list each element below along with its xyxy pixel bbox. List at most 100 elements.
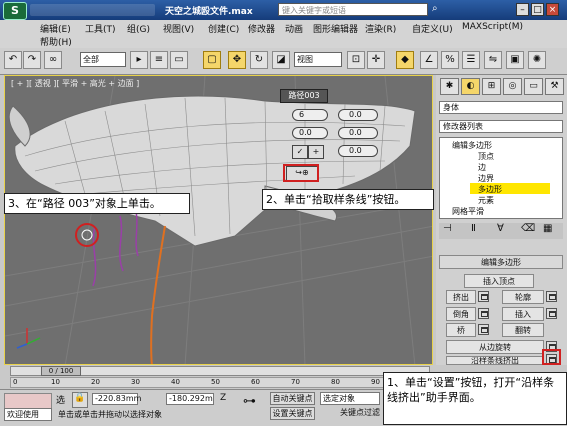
reference-coordinate-select[interactable]: 视图 [294, 52, 342, 67]
select-manipulate-icon[interactable]: ✛ [367, 51, 385, 69]
viewport-label[interactable]: [ + ][ 透视 ][ 平滑 + 高光 + 边面 ] [11, 78, 139, 89]
show-end-result-icon[interactable]: Ⅱ [471, 223, 476, 234]
extrude-settings-icon[interactable] [478, 291, 489, 302]
menu-tools[interactable]: 工具(T) [85, 22, 116, 35]
window-crossing-icon[interactable]: ▢ [203, 51, 221, 69]
caddy-apply-icon[interactable]: + [308, 145, 324, 159]
make-unique-icon[interactable]: ∀ [497, 223, 504, 234]
display-tab-icon[interactable]: ▭ [524, 78, 543, 95]
x-coordinate-field[interactable]: -220.83mm [92, 393, 141, 405]
close-button[interactable]: × [546, 3, 559, 16]
inset-settings-icon[interactable] [546, 308, 557, 319]
modify-tab-icon[interactable]: ◐ [461, 78, 480, 95]
render-icon[interactable]: ✺ [528, 51, 546, 69]
select-object-icon[interactable]: ▸ [130, 51, 148, 69]
redo-icon[interactable]: ↷ [23, 51, 41, 69]
key-filters-button[interactable]: 关键点过滤 [340, 407, 380, 418]
percent-snap-icon[interactable]: % [441, 51, 459, 69]
menu-rendering[interactable]: 渲染(R) [365, 22, 396, 35]
hierarchy-tab-icon[interactable]: ⊞ [482, 78, 501, 95]
render-setup-icon[interactable]: ▣ [506, 51, 524, 69]
select-by-name-icon[interactable]: ≡ [150, 51, 168, 69]
time-slider[interactable]: 0 / 100 [10, 366, 430, 376]
modifier-stack[interactable]: 编辑多边形 顶点 边 边界 多边形 元素 网格平滑 [439, 137, 563, 219]
pin-stack-icon[interactable]: ⊣ [443, 223, 452, 234]
modifier-list-select[interactable]: 修改器列表 [439, 120, 563, 133]
tick-label: 50 [211, 378, 220, 386]
stack-item-vertex[interactable]: 顶点 [478, 151, 494, 162]
caddy-extrusion-twist-spinner[interactable]: 0.0 [338, 145, 378, 157]
lock-selection-icon[interactable]: 🔒 [72, 392, 88, 408]
menu-graph-editors[interactable]: 图形编辑器 [313, 22, 358, 35]
stack-item-element[interactable]: 元素 [478, 195, 494, 206]
search-input[interactable]: 键入关键字或短语 [278, 3, 428, 16]
stack-item-meshsmooth[interactable]: 网格平滑 [452, 206, 484, 217]
search-icon[interactable]: ⌕ [432, 3, 444, 16]
key-mode-select[interactable]: 选定对象 [320, 392, 380, 405]
menu-modifiers[interactable]: 修改器 [248, 22, 275, 35]
rotate-icon[interactable]: ↻ [250, 51, 268, 69]
menu-views[interactable]: 视图(V) [163, 22, 194, 35]
caddy-twist-spinner[interactable]: 0.0 [338, 127, 378, 139]
menu-group[interactable]: 组(G) [127, 22, 150, 35]
perspective-viewport[interactable]: [ + ][ 透视 ][ 平滑 + 高光 + 边面 ] 路径003 6 0.0 … [4, 75, 433, 365]
motion-tab-icon[interactable]: ◎ [503, 78, 522, 95]
selection-count-label: 选 [56, 396, 66, 406]
insert-vertex-button[interactable]: 插入顶点 [464, 274, 534, 288]
quick-access-toolbar[interactable] [30, 4, 155, 16]
create-tab-icon[interactable]: ✱ [440, 78, 459, 95]
menu-maxscript[interactable]: MAXScript(M) [462, 22, 523, 32]
y-coordinate-field[interactable]: -180.292m [166, 393, 214, 405]
stack-item-polygon[interactable]: 多边形 [478, 184, 502, 195]
utilities-tab-icon[interactable]: ⚒ [545, 78, 564, 95]
selection-filter-select[interactable]: 全部 [80, 52, 126, 67]
bevel-button[interactable]: 倒角 [446, 307, 476, 321]
object-name-field[interactable]: 身体 [439, 101, 563, 114]
remove-modifier-icon[interactable]: ⌫ [521, 223, 535, 234]
auto-key-button[interactable]: 自动关键点 [270, 392, 315, 405]
caddy-taper-amount-spinner[interactable]: 0.0 [338, 109, 378, 121]
named-selection-icon[interactable]: ☰ [462, 51, 480, 69]
mirror-icon[interactable]: ⇋ [484, 51, 502, 69]
move-icon[interactable]: ✥ [228, 51, 246, 69]
caddy-segments-spinner[interactable]: 6 [292, 109, 328, 121]
pivot-center-icon[interactable]: ⊡ [347, 51, 365, 69]
menu-animation[interactable]: 动画 [285, 22, 303, 35]
link-icon[interactable]: ∞ [44, 51, 62, 69]
undo-icon[interactable]: ↶ [4, 51, 22, 69]
configure-sets-icon[interactable]: ▦ [543, 223, 552, 234]
click-target-marker [75, 223, 99, 247]
menu-help[interactable]: 帮助(H) [40, 35, 72, 48]
angle-snap-icon[interactable]: ∠ [420, 51, 438, 69]
maxscript-listener-mini[interactable] [4, 393, 52, 409]
app-logo-icon[interactable]: S [3, 2, 27, 20]
minimize-button[interactable]: – [516, 3, 529, 16]
rollout-edit-polygons[interactable]: 编辑多边形 [439, 255, 563, 269]
track-bar[interactable]: 0 10 20 30 40 50 60 70 80 90 100 [10, 377, 430, 388]
whale-tail-mesh [8, 105, 31, 147]
menu-create[interactable]: 创建(C) [208, 22, 239, 35]
extrude-button[interactable]: 挤出 [446, 290, 476, 304]
menu-customize[interactable]: 自定义(U) [412, 22, 453, 35]
hinge-from-edge-button[interactable]: 从边旋转 [446, 340, 544, 354]
scale-icon[interactable]: ◪ [272, 51, 290, 69]
outline-button[interactable]: 轮廓 [502, 290, 544, 304]
caddy-taper-curve-spinner[interactable]: 0.0 [292, 127, 328, 139]
maximize-button[interactable]: □ [531, 3, 544, 16]
outline-settings-icon[interactable] [546, 291, 557, 302]
stack-item-edit-poly[interactable]: 编辑多边形 [452, 140, 492, 151]
bridge-settings-icon[interactable] [478, 324, 489, 335]
time-slider-thumb[interactable]: 0 / 100 [41, 366, 81, 376]
caddy-ok-icon[interactable]: ✓ [292, 145, 308, 159]
snaps-toggle-icon[interactable]: ◆ [396, 51, 414, 69]
rectangle-selection-icon[interactable]: ▭ [170, 51, 188, 69]
menu-edit[interactable]: 编辑(E) [40, 22, 71, 35]
stack-item-edge[interactable]: 边 [478, 162, 486, 173]
bridge-button[interactable]: 桥 [446, 323, 476, 337]
extrude-along-spline-button[interactable]: 沿样条线挤出 [446, 356, 544, 365]
bevel-settings-icon[interactable] [478, 308, 489, 319]
flip-button[interactable]: 翻转 [502, 323, 544, 337]
inset-button[interactable]: 插入 [502, 307, 544, 321]
set-key-button[interactable]: 设置关键点 [270, 407, 315, 420]
set-key-icon[interactable]: ⊶ [243, 394, 267, 416]
